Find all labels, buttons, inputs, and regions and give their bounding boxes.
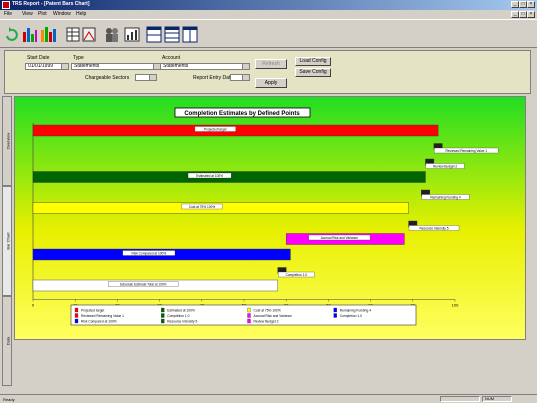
sector-combo[interactable]: [135, 74, 157, 81]
legend-swatch: [161, 318, 165, 324]
chevron-down-icon[interactable]: [61, 64, 68, 69]
start-date-value: 01/01/1999: [28, 63, 54, 69]
close-button[interactable]: ×: [527, 1, 535, 8]
legend-swatch: [333, 307, 337, 313]
split-view-icon[interactable]: [146, 24, 162, 44]
account-label: Account: [162, 55, 181, 61]
bar-label: Review Budget 2: [433, 164, 457, 168]
gantt-chart: Completion Estimates by Defined Points0 1…: [15, 97, 525, 339]
chart-legend: Projected target Reviewed Remaining Value…: [70, 304, 417, 326]
legend-label: Reviewed Remaining Value 1: [81, 314, 124, 318]
legend-label: Remaining Funding 4: [340, 308, 372, 312]
load-config-button[interactable]: Load Config: [295, 57, 331, 66]
legend-label: Review Budget 2: [254, 319, 279, 323]
legend-label: Projected target: [81, 308, 104, 312]
type-combo[interactable]: Statements: [71, 63, 161, 70]
legend-swatch: [161, 313, 165, 318]
chevron-down-icon[interactable]: [242, 75, 249, 80]
legend-swatch: [247, 307, 251, 313]
bar-chart-icon[interactable]: [22, 24, 38, 44]
side-tab-strip: Overview Bar Chart Data: [2, 96, 12, 396]
bar-label: Projected target: [204, 127, 227, 131]
legend-label: Completion 1.0: [167, 314, 189, 318]
chart-view-icon[interactable]: [124, 24, 140, 44]
legend-label: Resource Intensity 5: [167, 319, 197, 323]
account-value: Statements: [163, 63, 189, 69]
status-text: Ready: [3, 397, 15, 402]
legend-label: Completion 1.0: [340, 314, 362, 318]
menu-help[interactable]: Help: [76, 11, 86, 17]
bar-label: Resource Intensity 5: [419, 226, 448, 230]
bar-label: Risk Compared at 100%: [132, 251, 167, 255]
title-bar: TRS Report - [Patent Bars Chart] _ □ ×: [0, 0, 537, 10]
type-value: Statements: [74, 63, 100, 69]
people-icon[interactable]: [104, 24, 120, 44]
toolbar: [0, 19, 537, 48]
legend-swatch: [247, 313, 251, 318]
start-date-combo[interactable]: 01/01/1999: [25, 63, 69, 70]
tab-data[interactable]: Data: [2, 296, 12, 386]
bar-label: Estimated at 100%: [196, 174, 223, 178]
type-label: Type: [73, 55, 84, 61]
bar-label: Remaining Funding 4: [430, 195, 461, 199]
child-close-button[interactable]: ×: [527, 11, 535, 18]
status-bar: Ready NUM: [0, 394, 537, 403]
menu-bar: File View Plot Window Help _ □ ×: [0, 10, 537, 19]
start-date-label: Start Date: [27, 55, 50, 61]
menu-view[interactable]: View: [22, 11, 33, 17]
sector-label: Chargeable Sectors: [85, 75, 130, 81]
tab-bar-chart-label: Bar Chart: [5, 232, 11, 250]
stacked-view-icon[interactable]: [164, 24, 180, 44]
end-date-combo[interactable]: [230, 74, 250, 81]
x-tick-label: 100: [452, 303, 459, 308]
chevron-down-icon[interactable]: [149, 75, 156, 80]
legend-label: Estimated at 100%: [167, 308, 195, 312]
legend-swatch: [161, 307, 165, 313]
chevron-down-icon[interactable]: [153, 64, 160, 69]
layout-view-icon[interactable]: [182, 24, 198, 44]
refresh-icon[interactable]: [4, 24, 18, 44]
legend-label: Cost at 75% 100%: [254, 308, 281, 312]
bar-label: Reviewed Remaining Value 1: [445, 149, 487, 153]
legend-swatch: [333, 313, 337, 318]
status-num: NUM: [482, 396, 512, 402]
tab-overview-label: Overview: [5, 132, 11, 150]
maximize-button[interactable]: □: [519, 1, 527, 8]
bar-label: Cost at 75% 100%: [189, 205, 216, 209]
chevron-down-icon[interactable]: [242, 64, 249, 69]
legend-swatch: [247, 318, 251, 324]
account-combo[interactable]: Statements: [160, 63, 250, 70]
bar-label: Completion 1.0: [286, 273, 308, 277]
legend-swatch: [74, 307, 79, 313]
tab-overview[interactable]: Overview: [2, 96, 12, 186]
tab-bar-chart[interactable]: Bar Chart: [2, 186, 12, 296]
grid-icon[interactable]: [82, 24, 96, 44]
menu-file[interactable]: File: [4, 11, 12, 17]
chart-frame: Completion Estimates by Defined Points 0 1…: [14, 96, 526, 340]
app-icon: [2, 1, 10, 9]
refresh-button[interactable]: Refresh: [255, 59, 287, 69]
legend-swatch: [74, 313, 79, 318]
end-date-label: Report Entry Date: [193, 75, 234, 81]
bar-chart-colored-icon[interactable]: [40, 24, 58, 44]
bar-label: Schedule Estimate Total at 100%: [120, 282, 167, 286]
menu-plot[interactable]: Plot: [38, 11, 47, 17]
table-icon[interactable]: [66, 24, 80, 44]
legend-swatch: [74, 318, 79, 324]
menu-window[interactable]: Window: [53, 11, 71, 17]
apply-button[interactable]: Apply: [255, 78, 287, 88]
legend-label: Accrual Risk and Variance: [254, 314, 293, 318]
legend-label: Risk Compared at 100%: [81, 319, 117, 323]
tab-data-label: Data: [5, 336, 11, 346]
chart-title: Completion Estimates by Defined Points: [184, 111, 300, 117]
bar-label: Accrual Risk and Variance: [321, 236, 358, 240]
window-title: TRS Report - [Patent Bars Chart]: [12, 1, 90, 7]
child-minimize-button[interactable]: _: [511, 11, 519, 18]
save-config-button[interactable]: Save Config: [295, 68, 331, 77]
filter-panel: Start Date 01/01/1999 Type Statements Ac…: [4, 50, 531, 94]
minimize-button[interactable]: _: [511, 1, 519, 8]
status-cell-1: [440, 396, 480, 402]
child-restore-button[interactable]: □: [519, 11, 527, 18]
